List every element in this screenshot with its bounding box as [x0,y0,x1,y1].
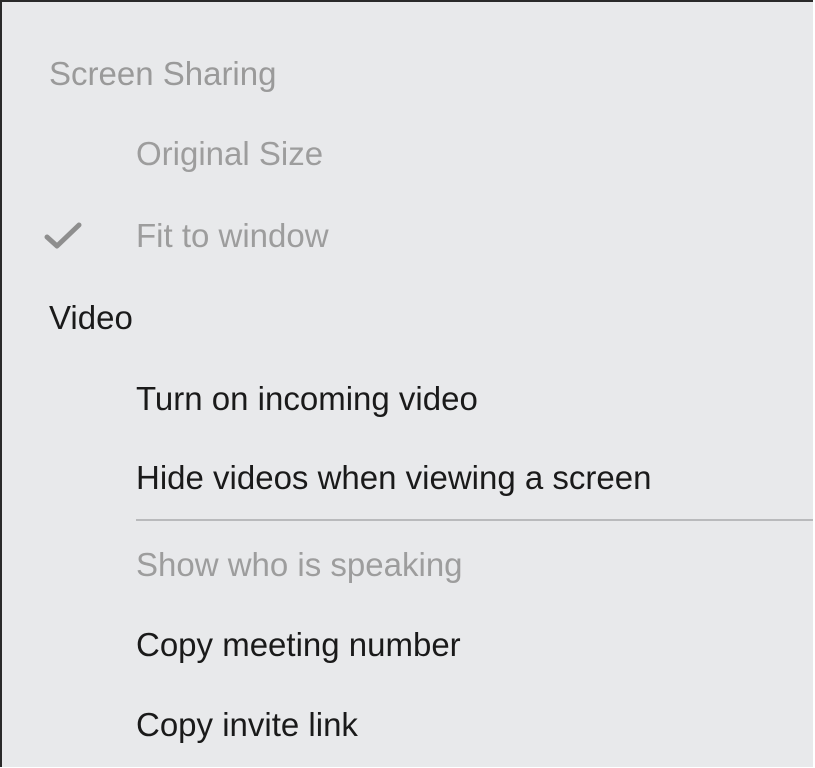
menu-item-label: Copy invite link [136,706,358,743]
menu-item-fit-to-window: Fit to window [2,206,813,266]
view-options-menu: Screen Sharing Original Size Fit to wind… [0,0,813,767]
menu-item-hide-videos-when-viewing-screen[interactable]: Hide videos when viewing a screen [2,448,813,508]
section-header-screen-sharing: Screen Sharing [2,44,813,104]
menu-item-label: Original Size [136,135,324,172]
menu-item-original-size: Original Size [2,124,813,184]
menu-item-turn-on-incoming-video[interactable]: Turn on incoming video [2,369,813,429]
menu-item-label: Hide videos when viewing a screen [136,459,652,496]
menu-item-label: Show who is speaking [136,546,463,583]
menu-item-label: Copy meeting number [136,626,461,663]
menu-item-copy-invite-link[interactable]: Copy invite link [2,695,813,755]
section-header-video: Video [2,288,813,348]
section-header-label: Video [49,299,133,336]
menu-item-show-who-is-speaking: Show who is speaking [2,535,813,595]
menu-item-label: Turn on incoming video [136,380,478,417]
checkmark-icon [44,222,82,249]
menu-separator [136,519,813,521]
menu-item-label: Fit to window [136,217,329,254]
section-header-label: Screen Sharing [49,55,277,92]
menu-item-copy-meeting-number[interactable]: Copy meeting number [2,615,813,675]
